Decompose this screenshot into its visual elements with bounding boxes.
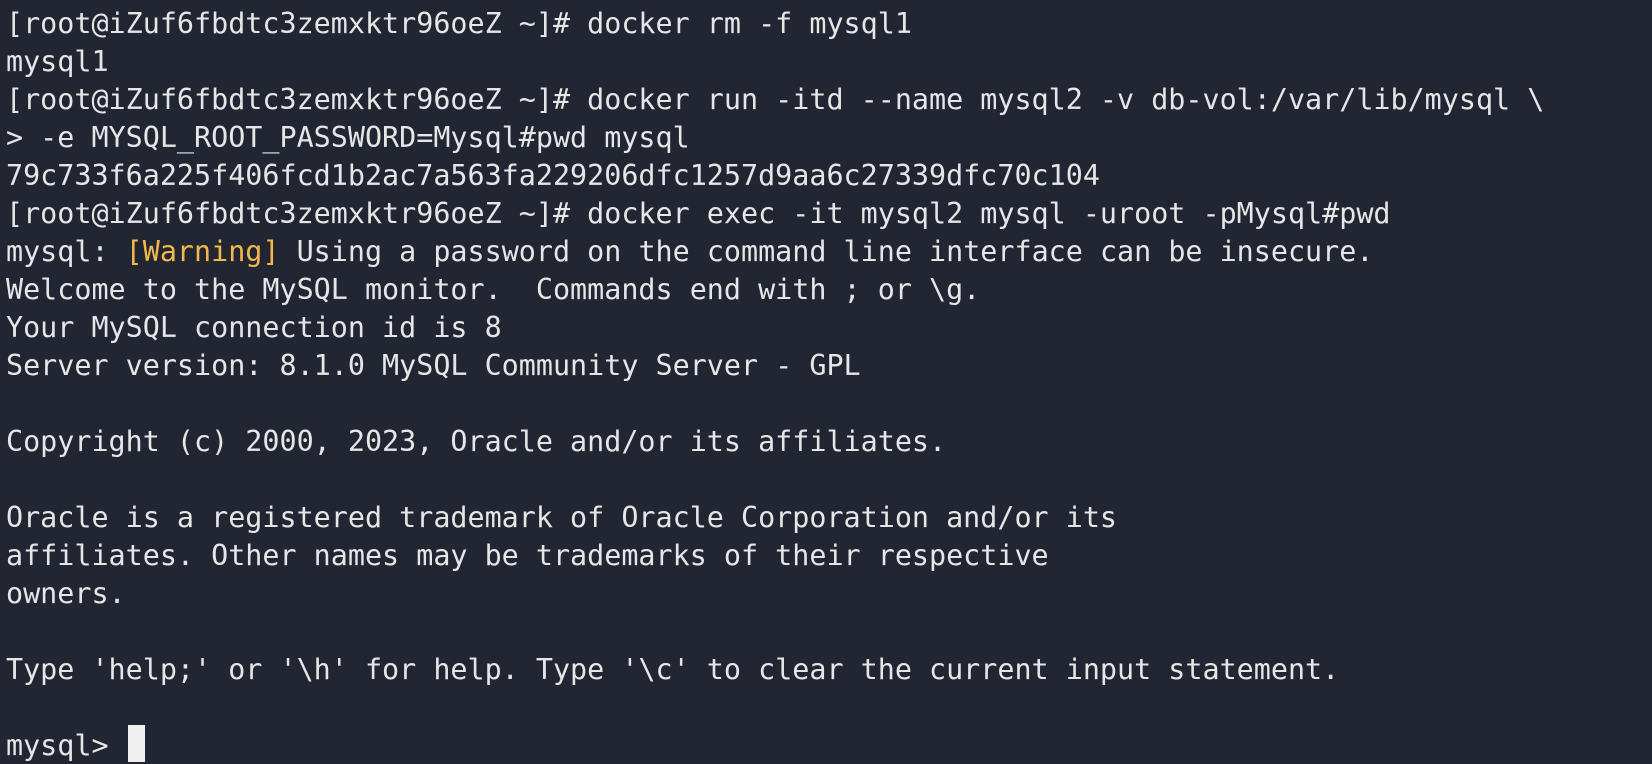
terminal-line-help: Type 'help;' or '\h' for help. Type '\c'… — [6, 653, 1340, 686]
terminal-line-trademark: Oracle is a registered trademark of Orac… — [6, 501, 1118, 534]
terminal-line-command-exec: [root@iZuf6fbdtc3zemxktr96oeZ ~]# docker… — [6, 197, 1391, 230]
mysql-prompt-line[interactable]: mysql> — [6, 725, 1652, 764]
warning-label: [Warning] — [125, 235, 280, 268]
terminal-line-command-rm: [root@iZuf6fbdtc3zemxktr96oeZ ~]# docker… — [6, 7, 912, 40]
terminal-line-connection-id: Your MySQL connection id is 8 — [6, 311, 502, 344]
warning-message: Using a password on the command line int… — [279, 235, 1374, 268]
terminal-line-welcome: Welcome to the MySQL monitor. Commands e… — [6, 273, 981, 306]
terminal-line-trademark: affiliates. Other names may be trademark… — [6, 539, 1049, 572]
warning-prefix: mysql: — [6, 235, 126, 268]
terminal-line-command-run: [root@iZuf6fbdtc3zemxktr96oeZ ~]# docker… — [6, 83, 1545, 116]
terminal-line-container-id: 79c733f6a225f406fcd1b2ac7a563fa229206dfc… — [6, 159, 1100, 192]
terminal-line-trademark: owners. — [6, 577, 126, 610]
mysql-prompt: mysql> — [6, 729, 126, 762]
terminal-window[interactable]: ~ [root@iZuf6fbdtc3zemxktr96oeZ ~]# dock… — [0, 0, 1652, 764]
terminal-line-server-version: Server version: 8.1.0 MySQL Community Se… — [6, 349, 861, 382]
terminal-output: [root@iZuf6fbdtc3zemxktr96oeZ ~]# docker… — [6, 5, 1652, 764]
terminal-line-copyright: Copyright (c) 2000, 2023, Oracle and/or … — [6, 425, 947, 458]
text-cursor[interactable] — [127, 725, 145, 762]
terminal-line-warning: mysql: [Warning] Using a password on the… — [6, 233, 1652, 271]
terminal-line-continuation: > -e MYSQL_ROOT_PASSWORD=Mysql#pwd mysql — [6, 121, 690, 154]
terminal-line-output: mysql1 — [6, 45, 109, 78]
